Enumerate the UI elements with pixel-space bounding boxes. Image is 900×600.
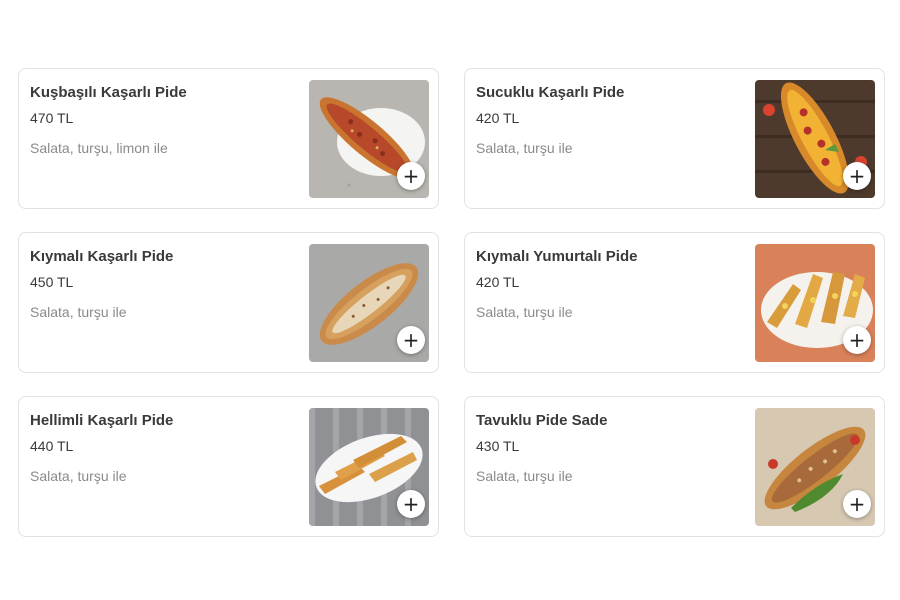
menu-item-price: 430 TL bbox=[476, 438, 520, 454]
menu-item-title: Tavuklu Pide Sade bbox=[476, 412, 608, 429]
menu-item-price: 450 TL bbox=[30, 274, 74, 290]
menu-item-description: Salata, turşu ile bbox=[476, 140, 573, 156]
add-to-cart-button[interactable]: + bbox=[397, 162, 425, 190]
menu-item-info: Kıymalı Kaşarlı Pide 450 TL Salata, turş… bbox=[30, 247, 290, 321]
add-to-cart-button[interactable]: + bbox=[843, 490, 871, 518]
menu-item-price: 440 TL bbox=[30, 438, 74, 454]
pide-kusbasi-photo: + bbox=[309, 80, 429, 198]
menu-item-card[interactable]: Kıymalı Kaşarlı Pide 450 TL Salata, turş… bbox=[18, 232, 439, 373]
menu-item-description: Salata, turşu ile bbox=[30, 468, 127, 484]
menu-item-info: Tavuklu Pide Sade 430 TL Salata, turşu i… bbox=[476, 411, 736, 485]
menu-item-card[interactable]: Sucuklu Kaşarlı Pide 420 TL Salata, turş… bbox=[464, 68, 885, 209]
add-to-cart-button[interactable]: + bbox=[397, 490, 425, 518]
menu-item-card[interactable]: Kuşbaşılı Kaşarlı Pide 470 TL Salata, tu… bbox=[18, 68, 439, 209]
menu-item-title: Sucuklu Kaşarlı Pide bbox=[476, 84, 625, 101]
menu-item-info: Sucuklu Kaşarlı Pide 420 TL Salata, turş… bbox=[476, 83, 736, 157]
menu-item-info: Kuşbaşılı Kaşarlı Pide 470 TL Salata, tu… bbox=[30, 83, 290, 157]
pide-hellim-photo: + bbox=[309, 408, 429, 526]
menu-item-title: Kıymalı Yumurtalı Pide bbox=[476, 248, 638, 265]
menu-item-description: Salata, turşu ile bbox=[30, 304, 127, 320]
menu-item-info: Hellimli Kaşarlı Pide 440 TL Salata, tur… bbox=[30, 411, 290, 485]
pide-yumurta-photo: + bbox=[755, 244, 875, 362]
menu-item-price: 420 TL bbox=[476, 274, 520, 290]
menu-item-description: Salata, turşu ile bbox=[476, 304, 573, 320]
menu-item-info: Kıymalı Yumurtalı Pide 420 TL Salata, tu… bbox=[476, 247, 736, 321]
add-to-cart-button[interactable]: + bbox=[843, 326, 871, 354]
pide-tavuk-photo: + bbox=[755, 408, 875, 526]
menu-item-description: Salata, turşu ile bbox=[476, 468, 573, 484]
menu-item-card[interactable]: Tavuklu Pide Sade 430 TL Salata, turşu i… bbox=[464, 396, 885, 537]
menu-item-title: Hellimli Kaşarlı Pide bbox=[30, 412, 174, 429]
menu-grid: Kuşbaşılı Kaşarlı Pide 470 TL Salata, tu… bbox=[18, 68, 885, 537]
pide-sucuk-photo: + bbox=[755, 80, 875, 198]
menu-item-card[interactable]: Hellimli Kaşarlı Pide 440 TL Salata, tur… bbox=[18, 396, 439, 537]
menu-item-price: 470 TL bbox=[30, 110, 74, 126]
menu-item-title: Kıymalı Kaşarlı Pide bbox=[30, 248, 174, 265]
pide-kiyma-photo: + bbox=[309, 244, 429, 362]
add-to-cart-button[interactable]: + bbox=[397, 326, 425, 354]
menu-item-card[interactable]: Kıymalı Yumurtalı Pide 420 TL Salata, tu… bbox=[464, 232, 885, 373]
menu-item-price: 420 TL bbox=[476, 110, 520, 126]
add-to-cart-button[interactable]: + bbox=[843, 162, 871, 190]
menu-item-description: Salata, turşu, limon ile bbox=[30, 140, 168, 156]
menu-item-title: Kuşbaşılı Kaşarlı Pide bbox=[30, 84, 187, 101]
